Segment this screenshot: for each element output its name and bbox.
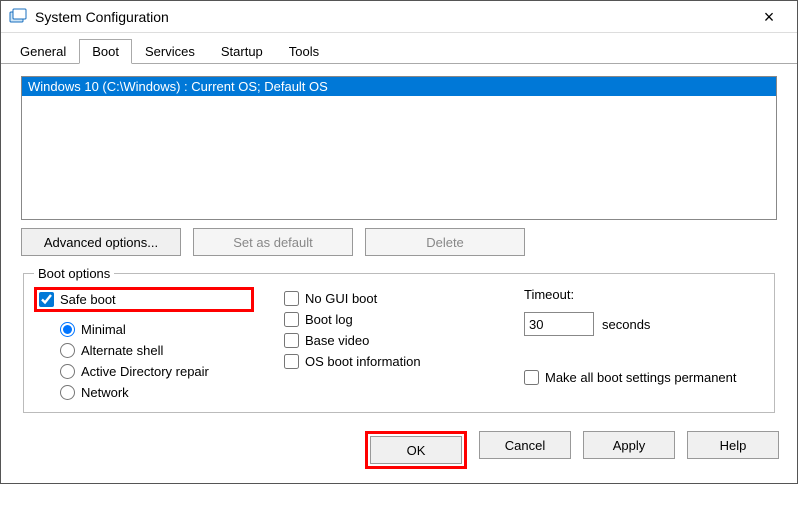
alt-shell-input[interactable] xyxy=(60,343,75,358)
boot-options-legend: Boot options xyxy=(34,266,114,281)
os-list[interactable]: Windows 10 (C:\Windows) : Current OS; De… xyxy=(21,76,777,220)
advanced-options-button[interactable]: Advanced options... xyxy=(21,228,181,256)
permanent-checkbox[interactable]: Make all boot settings permanent xyxy=(524,370,737,385)
set-default-button: Set as default xyxy=(193,228,353,256)
base-video-label: Base video xyxy=(305,333,369,348)
tab-startup[interactable]: Startup xyxy=(208,39,276,64)
tab-content: Windows 10 (C:\Windows) : Current OS; De… xyxy=(1,64,797,421)
permanent-label: Make all boot settings permanent xyxy=(545,370,737,385)
timeout-unit: seconds xyxy=(602,317,650,332)
tab-tools[interactable]: Tools xyxy=(276,39,332,64)
window-title: System Configuration xyxy=(35,9,749,25)
os-boot-info-checkbox[interactable]: OS boot information xyxy=(284,354,494,369)
network-input[interactable] xyxy=(60,385,75,400)
base-video-input[interactable] xyxy=(284,333,299,348)
boot-options-group: Boot options Safe boot Minimal xyxy=(23,266,775,413)
os-entry[interactable]: Windows 10 (C:\Windows) : Current OS; De… xyxy=(22,77,776,96)
safe-boot-label: Safe boot xyxy=(60,292,116,307)
no-gui-checkbox[interactable]: No GUI boot xyxy=(284,291,494,306)
network-label: Network xyxy=(81,385,129,400)
ad-repair-radio[interactable]: Active Directory repair xyxy=(60,364,254,379)
boot-log-checkbox[interactable]: Boot log xyxy=(284,312,494,327)
base-video-checkbox[interactable]: Base video xyxy=(284,333,494,348)
cancel-button[interactable]: Cancel xyxy=(479,431,571,459)
tab-general[interactable]: General xyxy=(7,39,79,64)
timeout-input[interactable] xyxy=(524,312,594,336)
window: System Configuration × General Boot Serv… xyxy=(0,0,798,484)
tab-boot[interactable]: Boot xyxy=(79,39,132,64)
os-boot-info-input[interactable] xyxy=(284,354,299,369)
tab-bar: General Boot Services Startup Tools xyxy=(1,39,797,64)
ad-repair-input[interactable] xyxy=(60,364,75,379)
tab-services[interactable]: Services xyxy=(132,39,208,64)
minimal-input[interactable] xyxy=(60,322,75,337)
dialog-footer: OK Cancel Apply Help xyxy=(1,421,797,483)
os-boot-info-label: OS boot information xyxy=(305,354,421,369)
timeout-label: Timeout: xyxy=(524,287,737,302)
app-icon xyxy=(9,8,27,26)
network-radio[interactable]: Network xyxy=(60,385,254,400)
no-gui-label: No GUI boot xyxy=(305,291,377,306)
boot-buttons: Advanced options... Set as default Delet… xyxy=(21,228,777,256)
minimal-radio[interactable]: Minimal xyxy=(60,322,254,337)
no-gui-input[interactable] xyxy=(284,291,299,306)
alt-shell-radio[interactable]: Alternate shell xyxy=(60,343,254,358)
ad-repair-label: Active Directory repair xyxy=(81,364,209,379)
boot-log-label: Boot log xyxy=(305,312,353,327)
minimal-label: Minimal xyxy=(81,322,126,337)
help-button[interactable]: Help xyxy=(687,431,779,459)
close-icon[interactable]: × xyxy=(749,8,789,26)
titlebar: System Configuration × xyxy=(1,1,797,33)
ok-button[interactable]: OK xyxy=(370,436,462,464)
apply-button[interactable]: Apply xyxy=(583,431,675,459)
delete-button: Delete xyxy=(365,228,525,256)
safe-boot-checkbox[interactable]: Safe boot xyxy=(39,292,116,307)
permanent-input[interactable] xyxy=(524,370,539,385)
boot-log-input[interactable] xyxy=(284,312,299,327)
safe-boot-input[interactable] xyxy=(39,292,54,307)
safe-boot-mode-group: Minimal Alternate shell Active Directory… xyxy=(60,322,254,400)
alt-shell-label: Alternate shell xyxy=(81,343,163,358)
